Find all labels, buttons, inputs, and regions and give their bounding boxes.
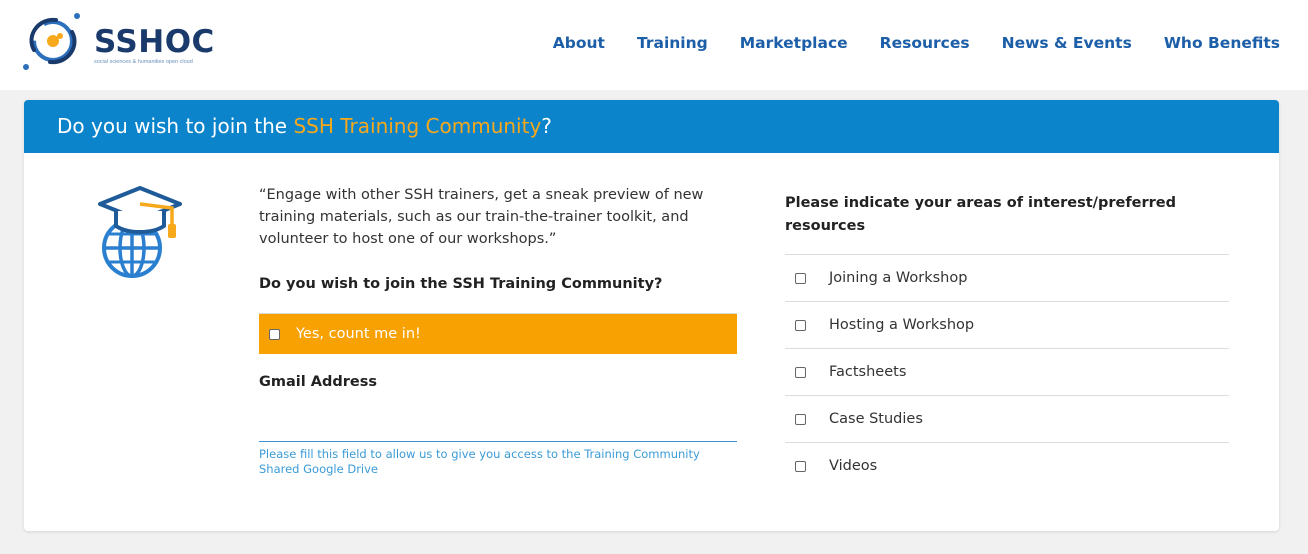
nav-item-marketplace[interactable]: Marketplace	[740, 34, 848, 52]
interest-checkbox[interactable]	[795, 272, 806, 284]
interest-videos[interactable]: Videos	[785, 442, 1229, 489]
sshoc-logo-icon	[23, 13, 80, 70]
site-header: SSHOC social sciences & humanities open …	[0, 0, 1308, 90]
interest-factsheets[interactable]: Factsheets	[785, 348, 1229, 395]
interest-joining-workshop[interactable]: Joining a Workshop	[785, 254, 1229, 301]
card-title-prefix: Do you wish to join the	[57, 114, 294, 138]
sshoc-logo[interactable]: SSHOC social sciences & humanities open …	[20, 10, 220, 72]
gmail-label: Gmail Address	[259, 374, 378, 390]
join-yes-option[interactable]: Yes, count me in!	[259, 313, 737, 354]
gmail-help-text: Please fill this field to allow us to gi…	[259, 447, 700, 476]
gmail-input[interactable]	[259, 400, 737, 442]
interest-hosting-workshop[interactable]: Hosting a Workshop	[785, 301, 1229, 348]
interests-list: Joining a Workshop Hosting a Workshop Fa…	[785, 254, 1229, 489]
join-yes-checkbox[interactable]	[269, 328, 280, 340]
interest-checkbox[interactable]	[795, 460, 806, 472]
interests-label: Please indicate your areas of interest/p…	[785, 195, 1176, 234]
nav-item-news-events[interactable]: News & Events	[1002, 34, 1132, 52]
nav-item-about[interactable]: About	[553, 34, 605, 52]
nav-item-training[interactable]: Training	[637, 34, 708, 52]
join-yes-label: Yes, count me in!	[296, 326, 421, 342]
logo-tagline: social sciences & humanities open cloud	[94, 59, 193, 65]
interest-label: Videos	[829, 458, 878, 474]
join-question-label: Do you wish to join the SSH Training Com…	[259, 276, 663, 292]
interest-label: Case Studies	[829, 411, 923, 427]
interest-label: Hosting a Workshop	[829, 317, 975, 333]
interest-checkbox[interactable]	[795, 366, 806, 378]
interest-checkbox[interactable]	[795, 413, 806, 425]
card-title-suffix: ?	[541, 114, 552, 138]
community-quote: “Engage with other SSH trainers, get a s…	[259, 187, 704, 247]
interest-label: Factsheets	[829, 364, 907, 380]
interest-checkbox[interactable]	[795, 319, 806, 331]
card-title-highlight: SSH Training Community	[293, 114, 542, 138]
join-community-card: Do you wish to join the SSH Training Com…	[24, 100, 1279, 531]
interest-case-studies[interactable]: Case Studies	[785, 395, 1229, 442]
interest-label: Joining a Workshop	[829, 270, 968, 286]
graduation-globe-icon	[98, 186, 182, 278]
main-nav: About Training Marketplace Resources New…	[521, 34, 1280, 52]
card-title: Do you wish to join the SSH Training Com…	[24, 100, 1279, 153]
nav-item-who-benefits[interactable]: Who Benefits	[1164, 34, 1280, 52]
logo-wordmark: SSHOC	[94, 24, 215, 60]
nav-item-resources[interactable]: Resources	[880, 34, 970, 52]
